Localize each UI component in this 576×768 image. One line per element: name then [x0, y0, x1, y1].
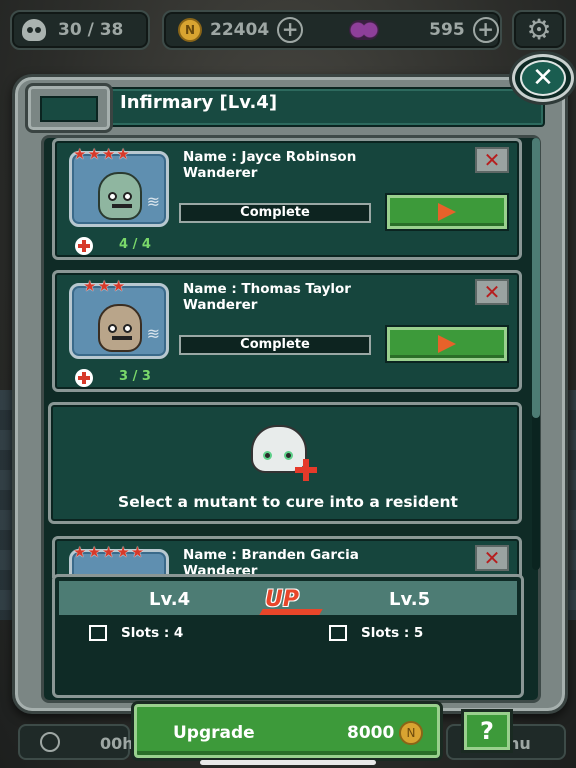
level-row: Lv.4 UP Lv.5	[59, 581, 517, 615]
eye-icon	[263, 451, 272, 460]
home-indicator[interactable]	[200, 760, 376, 765]
patient-name: Name : Thomas Taylor	[183, 281, 351, 297]
menu-text: nu	[508, 734, 531, 753]
patient-name-block: Name : Thomas Taylor Wanderer	[183, 281, 351, 313]
timer-text: 00h	[100, 734, 134, 753]
start-cure-button[interactable]	[387, 195, 507, 229]
upgrade-panel: Lv.4 UP Lv.5 Slots : 4 Slots : 5	[52, 574, 524, 698]
checkbox-icon	[329, 625, 347, 641]
empty-slot-card[interactable]: Select a mutant to cure into a resident	[48, 402, 522, 524]
eye-icon	[108, 324, 117, 333]
mouth-icon	[112, 336, 132, 340]
rarity-stars: ★★★★★	[73, 543, 146, 561]
clock-icon	[40, 732, 60, 752]
cure-status-bar: Complete	[179, 335, 371, 355]
wanderer-wind-icon: ≋	[146, 192, 160, 211]
checkbox-icon	[89, 625, 107, 641]
patient-card: ★★★★★ Name : Branden Garcia Wanderer ✕	[52, 536, 522, 578]
cure-progress: 3 / 3	[119, 369, 151, 384]
cure-status-bar: Complete	[179, 203, 371, 223]
eye-icon	[123, 192, 132, 201]
patient-name-block: Name : Jayce Robinson Wanderer	[183, 149, 356, 181]
patient-card: ≋ ★★★ Name : Thomas Taylor Wanderer ✕ Co…	[52, 270, 522, 392]
title-tab-inner	[40, 96, 98, 122]
next-slots: Slots : 5	[361, 625, 424, 641]
add-mutant-icon	[251, 425, 317, 483]
mutant-face	[98, 172, 142, 220]
patient-type: Wanderer	[183, 297, 258, 313]
eye-icon	[284, 451, 293, 460]
gem-icon	[349, 20, 380, 40]
eye-icon	[123, 324, 132, 333]
start-cure-button[interactable]	[387, 327, 507, 361]
current-slots: Slots : 4	[121, 625, 184, 641]
title-tab	[25, 83, 113, 133]
add-coins-plus-icon[interactable]: +	[277, 17, 304, 43]
play-icon	[438, 203, 456, 221]
level-up-label: UP	[265, 587, 299, 612]
scroll-thumb[interactable]	[532, 138, 540, 418]
timer-pill: 00h	[18, 724, 134, 760]
mutant-face	[98, 304, 142, 352]
plus-icon	[295, 459, 317, 481]
gear-icon: ⚙	[526, 13, 552, 46]
patient-type: Wanderer	[183, 165, 258, 181]
currency-bar: N 22404 + 595 +	[162, 10, 502, 50]
upgrade-button-label: Upgrade	[173, 723, 255, 743]
mouth-icon	[112, 204, 132, 208]
list-scrollbar[interactable]	[532, 138, 540, 570]
patient-name: Name : Branden Garcia	[183, 547, 359, 563]
coin-icon: N	[399, 721, 423, 745]
eye-icon	[108, 192, 117, 201]
medical-cross-icon	[75, 237, 93, 255]
upgrade-cost: 8000	[347, 723, 395, 743]
add-gems-plus-icon[interactable]: +	[472, 17, 499, 43]
modal-title: Infirmary [Lv.4]	[120, 92, 278, 113]
remove-patient-button[interactable]: ✕	[475, 147, 509, 173]
coin-icon: N	[178, 18, 202, 42]
play-icon	[438, 335, 456, 353]
population-value: 30 / 38	[58, 20, 124, 40]
close-icon: ✕	[520, 60, 566, 96]
next-level: Lv.5	[389, 589, 431, 610]
skull-icon	[22, 19, 46, 41]
empty-slot-text: Select a mutant to cure into a resident	[118, 493, 458, 511]
gem-value: 595	[429, 20, 465, 40]
coin-value: 22404	[210, 20, 270, 40]
remove-patient-button[interactable]: ✕	[475, 279, 509, 305]
close-button[interactable]: ✕	[512, 54, 574, 102]
wanderer-wind-icon: ≋	[146, 324, 160, 343]
medical-cross-icon	[75, 369, 93, 387]
rarity-stars: ★★★★	[73, 145, 131, 163]
cure-progress: 4 / 4	[119, 237, 151, 252]
settings-button[interactable]: ⚙	[512, 10, 566, 50]
patient-list[interactable]: ≋ ★★★★ Name : Jayce Robinson Wanderer ✕ …	[48, 138, 526, 578]
current-slots-row: Slots : 4	[89, 625, 183, 641]
population-counter: 30 / 38	[10, 10, 150, 50]
help-button[interactable]: ?	[464, 712, 510, 750]
upgrade-button[interactable]: Upgrade 8000 N	[134, 704, 440, 758]
remove-patient-button[interactable]: ✕	[475, 545, 509, 571]
rarity-stars: ★★★	[83, 277, 127, 295]
patient-name: Name : Jayce Robinson	[183, 149, 357, 165]
current-level: Lv.4	[149, 589, 191, 610]
next-slots-row: Slots : 5	[329, 625, 423, 641]
patient-card: ≋ ★★★★ Name : Jayce Robinson Wanderer ✕ …	[52, 138, 522, 260]
